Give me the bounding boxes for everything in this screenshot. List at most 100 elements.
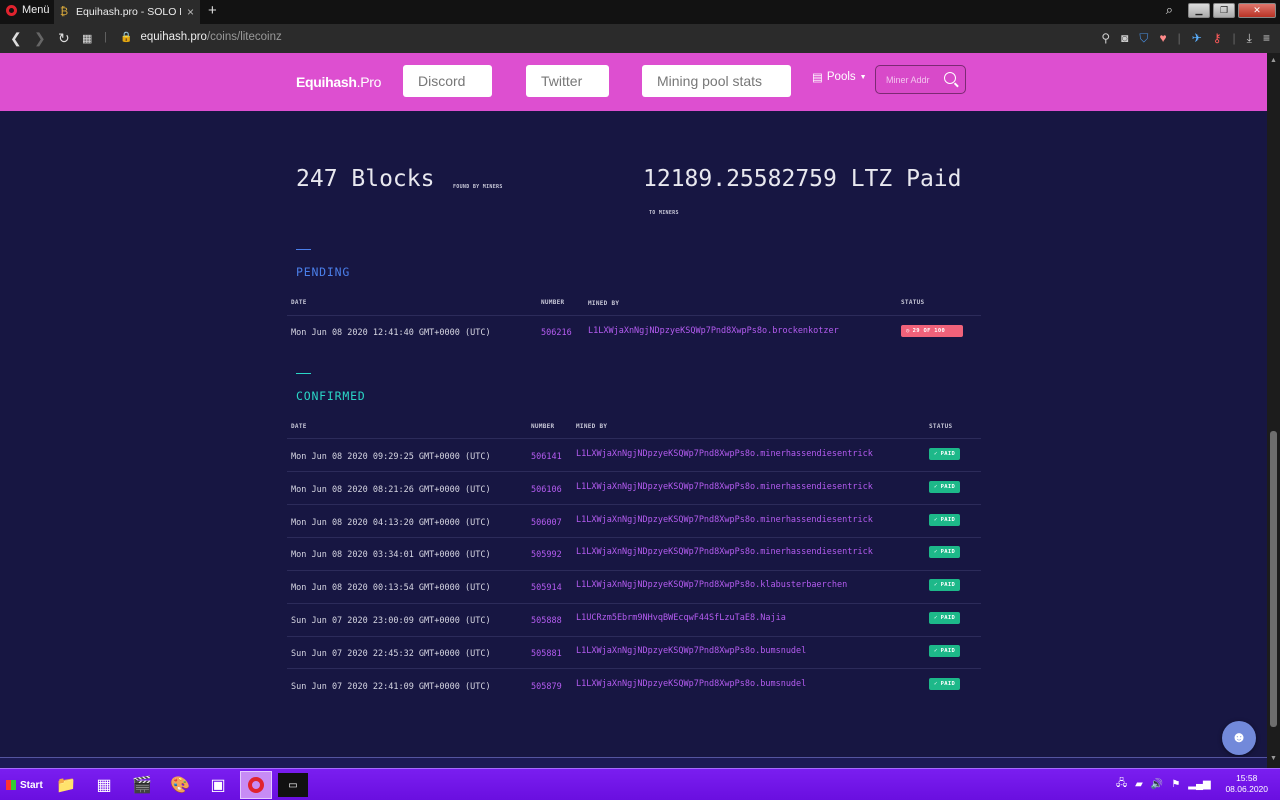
pending-header-number: NUMBER	[541, 299, 565, 306]
start-button[interactable]: Start	[2, 774, 47, 796]
tab-search-icon[interactable]: ⌕	[1166, 2, 1173, 18]
confirmed-header-mined-by: MINED BY	[576, 423, 608, 430]
paid-badge: ✓ PAID	[929, 612, 961, 624]
windows-logo-icon	[6, 780, 16, 790]
block-number-link[interactable]: 505914	[531, 583, 562, 593]
paid-status-text: PAID	[940, 451, 956, 457]
separator: |	[104, 31, 107, 43]
row-divider	[287, 504, 981, 505]
signal-icon[interactable]: ▂▄▆	[1188, 779, 1210, 790]
reload-icon[interactable]: ↻	[58, 30, 70, 47]
pending-header-mined-by: MINED BY	[588, 300, 620, 307]
new-tab-button[interactable]: +	[208, 2, 217, 19]
url-host: equihash.pro	[140, 31, 207, 43]
speed-dial-icon[interactable]: ▦	[82, 32, 92, 45]
maximize-button[interactable]: ❐	[1213, 2, 1235, 18]
miner-link[interactable]: L1LXWjaXnNgjNDpzyeKSQWp7Pnd8XwpPs8o.bums…	[576, 679, 806, 689]
discord-nav-button[interactable]: Discord	[403, 65, 492, 97]
miner-link[interactable]: L1LXWjaXnNgjNDpzyeKSQWp7Pnd8XwpPs8o.mine…	[576, 449, 873, 459]
pending-block-number-link[interactable]: 506216	[541, 328, 572, 338]
block-number-link[interactable]: 506007	[531, 518, 562, 528]
block-number-link[interactable]: 506141	[531, 452, 562, 462]
pending-miner-link[interactable]: L1LXWjaXnNgjNDpzyeKSQWp7Pnd8XwpPs8o.broc…	[588, 326, 839, 336]
confirmed-accent-line	[296, 373, 311, 374]
mining-pool-stats-button[interactable]: Mining pool stats	[642, 65, 791, 97]
paid-status-text: PAID	[940, 582, 956, 588]
opera-menu-button[interactable]: Menü	[6, 4, 50, 16]
confirmed-header-date: DATE	[291, 423, 307, 430]
opera-taskbar-icon[interactable]	[240, 771, 272, 799]
paint-icon[interactable]: 🎨	[164, 771, 196, 799]
scroll-down-icon[interactable]: ▼	[1270, 755, 1277, 762]
calculator-icon[interactable]: ▦	[88, 771, 120, 799]
back-arrow-icon[interactable]: ❮	[10, 30, 22, 47]
miner-link[interactable]: L1LXWjaXnNgjNDpzyeKSQWp7Pnd8XwpPs8o.mine…	[576, 515, 873, 525]
system-tray: 🖧 ▰ 🔊 ⚑ ▂▄▆	[1106, 769, 1216, 800]
network-icon[interactable]: 🖧	[1116, 776, 1127, 793]
gpu-tool-icon[interactable]: ▣	[202, 771, 234, 799]
browser-tab-active[interactable]: ₿ Equihash.pro - SOLO Mining ×	[54, 0, 200, 24]
flag-icon[interactable]: ⚑	[1171, 779, 1180, 790]
paid-total: 12189.25582759 LTZ Paid	[643, 166, 962, 192]
site-logo[interactable]: Equihash.Pro	[296, 74, 381, 90]
page-bottom-edge	[0, 757, 1267, 768]
media-app-icon[interactable]: 🎬	[126, 771, 158, 799]
search-page-icon[interactable]: ⚲	[1101, 31, 1110, 46]
block-number-link[interactable]: 505881	[531, 649, 562, 659]
scroll-thumb[interactable]	[1270, 431, 1277, 727]
discord-chat-button[interactable]: ☻	[1222, 721, 1256, 755]
volume-icon[interactable]: 🔊	[1151, 779, 1163, 790]
url-path: /coins/litecoinz	[206, 31, 282, 43]
miner-link[interactable]: L1LXWjaXnNgjNDpzyeKSQWp7Pnd8XwpPs8o.klab…	[576, 580, 847, 590]
close-window-button[interactable]: ✕	[1238, 2, 1276, 18]
row-date: Mon Jun 08 2020 09:29:25 GMT+0000 (UTC)	[291, 452, 491, 462]
pools-dropdown[interactable]: ▤ Pools ▼	[812, 70, 867, 84]
shield-icon[interactable]: ⛉	[1139, 31, 1148, 46]
block-number-link[interactable]: 506106	[531, 485, 562, 495]
file-explorer-icon[interactable]: 📁	[50, 771, 82, 799]
block-number-link[interactable]: 505888	[531, 616, 562, 626]
check-icon: ✓	[934, 517, 938, 523]
heart-icon[interactable]: ♥	[1159, 31, 1166, 46]
miner-link[interactable]: L1LXWjaXnNgjNDpzyeKSQWp7Pnd8XwpPs8o.mine…	[576, 482, 873, 492]
check-icon: ✓	[934, 582, 938, 588]
miner-link[interactable]: L1UCRzm5Ebrm9NHvqBWEcqwF44SfLzuTaE8.Naji…	[576, 613, 786, 623]
minimize-button[interactable]: ▁	[1188, 2, 1210, 18]
tab-close-icon[interactable]: ×	[187, 5, 194, 19]
check-icon: ✓	[934, 681, 938, 687]
pending-header-status: STATUS	[901, 299, 925, 306]
check-icon: ✓	[934, 648, 938, 654]
search-icon[interactable]	[944, 72, 956, 84]
extension-icon[interactable]: ✈	[1192, 31, 1202, 46]
miner-link[interactable]: L1LXWjaXnNgjNDpzyeKSQWp7Pnd8XwpPs8o.bums…	[576, 646, 806, 656]
camera-icon[interactable]: ◙	[1121, 31, 1128, 46]
divider-icon-2: |	[1232, 31, 1236, 45]
forward-arrow-icon[interactable]: ❯	[34, 30, 46, 47]
terminal-icon[interactable]: ▭	[278, 773, 308, 797]
caret-down-icon: ▼	[859, 73, 867, 81]
pools-list-icon: ▤	[812, 72, 823, 84]
key-icon[interactable]: ⚷	[1213, 31, 1222, 46]
twitter-nav-button[interactable]: Twitter	[526, 65, 609, 97]
scroll-up-icon[interactable]: ▲	[1270, 57, 1277, 64]
tab-title: Equihash.pro - SOLO Mining	[76, 6, 181, 18]
url-field[interactable]: 🔒 equihash.pro/coins/litecoinz	[120, 31, 282, 43]
blocks-count: 247 Blocks	[296, 166, 435, 192]
download-icon[interactable]: ⤓	[1247, 31, 1252, 46]
nvidia-icon[interactable]: ▰	[1135, 779, 1143, 790]
miner-link[interactable]: L1LXWjaXnNgjNDpzyeKSQWp7Pnd8XwpPs8o.mine…	[576, 547, 873, 557]
row-date: Sun Jun 07 2020 22:45:32 GMT+0000 (UTC)	[291, 649, 491, 659]
miner-address-input[interactable]	[886, 74, 944, 85]
row-divider	[287, 668, 981, 669]
taskbar-clock[interactable]: 15:58 08.06.2020	[1225, 773, 1268, 795]
check-icon: ✓	[934, 549, 938, 555]
menu-icon[interactable]: ≡	[1263, 31, 1270, 46]
row-date: Mon Jun 08 2020 00:13:54 GMT+0000 (UTC)	[291, 583, 491, 593]
check-icon: ✓	[934, 451, 938, 457]
extension-icons: ⚲ ◙ ⛉ ♥ | ✈ ⚷ | ⤓ ≡	[1101, 31, 1270, 46]
page-scrollbar[interactable]: ▲ ▼	[1267, 53, 1280, 768]
paid-badge: ✓ PAID	[929, 448, 961, 460]
block-number-link[interactable]: 505879	[531, 682, 562, 692]
opera-menu-label: Menü	[22, 4, 50, 16]
block-number-link[interactable]: 505992	[531, 550, 562, 560]
